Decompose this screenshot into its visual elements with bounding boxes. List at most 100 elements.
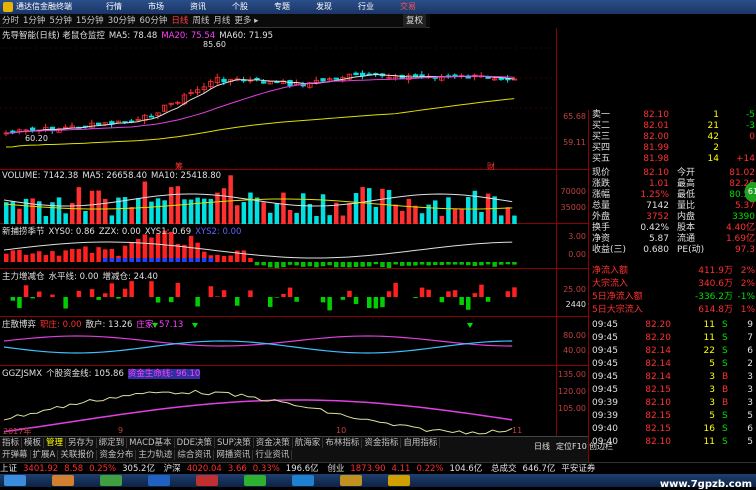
function-tab[interactable]: 扩展A xyxy=(30,450,59,460)
quote-cell: 82.20 xyxy=(645,333,671,343)
video-icon[interactable] xyxy=(196,475,218,486)
quote-cell: 6 xyxy=(747,424,753,434)
menu-market[interactable]: 市场 xyxy=(148,2,164,11)
period-monthly[interactable]: 月线 xyxy=(213,16,230,26)
start-icon[interactable] xyxy=(4,475,26,486)
xp-panel[interactable]: 新捕捞季节 XYS0: 0.86 ZZX: 0.00 XYS1: 0.69 XYS2: … xyxy=(0,224,588,269)
bid-row: 买五 81.98 14 +14 xyxy=(589,154,756,165)
indicator-tab[interactable]: 自用指标 xyxy=(401,438,441,448)
volume-bar xyxy=(360,187,365,224)
gz-panel[interactable]: GGZJSMX 个股资金线: 105.86 资金生命线: 96.10 2017年 9… xyxy=(0,366,588,436)
right-bottom-tab[interactable]: 定位F10 xyxy=(556,441,587,452)
xp-bar-blue xyxy=(136,258,141,262)
period-daily[interactable]: 日线 xyxy=(171,16,188,26)
indicator-tab[interactable]: 航海家 xyxy=(292,438,324,448)
zl-bar xyxy=(122,288,128,297)
zl-bar xyxy=(208,286,214,297)
menu-news[interactable]: 资讯 xyxy=(190,2,206,11)
kline-panel[interactable]: 先导智能(日线) 老鼠仓监控 MA5: 78.48 MA20: 75.54 MA60:… xyxy=(0,28,588,171)
menu-hq[interactable]: 行情 xyxy=(106,2,122,11)
volume-panel[interactable]: VOLUME: 7142.38 MA5: 26658.40 MA10: 25418.… xyxy=(0,170,588,224)
menu-discover[interactable]: 发现 xyxy=(316,2,332,11)
app-icon[interactable] xyxy=(340,475,362,486)
indicator-tab[interactable]: SUP决策 xyxy=(215,438,254,448)
volume-bar xyxy=(301,193,306,224)
xp-bar xyxy=(466,262,471,266)
browser-icon[interactable] xyxy=(292,475,314,486)
quote-cell: PE(动) xyxy=(677,245,705,255)
indicator-tabs: 指标 模板 管理 另存为 绑定到 MACD基本 DDE决策 SUP决策 资金决策 航海家 布林指标资… xyxy=(0,436,588,449)
function-tab[interactable]: 开弹幕 xyxy=(0,450,31,460)
volume-bar xyxy=(433,200,438,224)
function-tab[interactable]: 综合资讯 xyxy=(175,450,215,460)
quote-cell: S xyxy=(722,333,728,343)
folder-icon[interactable] xyxy=(52,475,74,486)
volume-bar xyxy=(505,207,511,224)
menu-trade[interactable]: 交易 xyxy=(400,2,416,11)
hs-name[interactable]: 沪深 xyxy=(164,464,181,474)
right-bottom-tab[interactable]: 创边栏 xyxy=(589,441,613,452)
quote-cell: 82.00 xyxy=(643,132,669,142)
indicator-tab[interactable]: 资金决策 xyxy=(253,438,293,448)
fuquan-button[interactable]: 复权 xyxy=(402,14,426,28)
xp-title: 新捕捞季节 XYS0: 0.86 ZZX: 0.00 XYS1: 0.69 XYS2: … xyxy=(2,225,245,237)
menu-stock[interactable]: 个股 xyxy=(232,2,248,11)
xp-bar xyxy=(459,262,464,265)
period-more[interactable]: 更多 ▸ xyxy=(234,16,258,26)
sh-name[interactable]: 上证 xyxy=(0,464,17,474)
period-60min[interactable]: 60分钟 xyxy=(140,16,168,26)
zl-bar xyxy=(479,284,484,297)
wechat-icon[interactable] xyxy=(244,475,266,486)
indicator-tab[interactable]: 绑定到 xyxy=(96,438,128,448)
broker-name[interactable]: 平安证券 xyxy=(561,464,595,474)
xp-bar-blue xyxy=(109,258,115,262)
function-tab[interactable]: 主力轨迹 xyxy=(136,450,176,460)
quote-cell: 81.98 xyxy=(643,154,669,164)
quote-cell: 82.14 xyxy=(645,359,671,369)
zz-title: 庄散博弈 职庄: 0.00 散户: 13.26 庄家: 57.13 xyxy=(2,318,187,330)
zl-bar xyxy=(294,297,299,302)
function-tab[interactable]: 行业资讯 xyxy=(253,450,293,460)
indicator-tab[interactable]: DDE决策 xyxy=(174,438,216,448)
axis-tick: 0.00 xyxy=(568,250,586,259)
tdx-icon[interactable] xyxy=(388,475,410,486)
indicator-tab[interactable]: 资金指标 xyxy=(362,438,402,448)
indicator-tab[interactable]: 指标 xyxy=(0,438,23,448)
k-app-icon[interactable] xyxy=(148,475,170,486)
indicator-tab[interactable]: 管理 xyxy=(44,438,67,448)
function-tab[interactable]: 资金分布 xyxy=(97,450,137,460)
period-5min[interactable]: 5分钟 xyxy=(49,16,71,26)
period-weekly[interactable]: 周线 xyxy=(192,16,209,26)
period-fenshi[interactable]: 分时 xyxy=(2,16,19,26)
indicator-tab[interactable]: 布林指标 xyxy=(323,438,363,448)
xp-bar xyxy=(400,262,405,266)
quote-cell: 09:45 xyxy=(592,359,618,369)
menu-topic[interactable]: 专题 xyxy=(274,2,290,11)
percent-badge[interactable]: 61 xyxy=(745,182,756,202)
zl-panel[interactable]: 主力增减仓 水平线: 0.00 增减仓: 24.40 25.00 2440 xyxy=(0,269,588,317)
function-tab[interactable]: 网播资讯 xyxy=(214,450,254,460)
period-1min[interactable]: 1分钟 xyxy=(23,16,45,26)
period-30min[interactable]: 30分钟 xyxy=(108,16,136,26)
xp-bar xyxy=(37,251,42,262)
xp-bar-blue xyxy=(162,258,167,262)
quote-cell: 16 xyxy=(703,424,715,434)
menu-industry[interactable]: 行业 xyxy=(358,2,374,11)
zl-axis: 25.00 2440 xyxy=(556,269,588,316)
zl-bar xyxy=(512,287,517,297)
indicator-tab[interactable]: 另存为 xyxy=(66,438,97,448)
axis-tick: 135.00 xyxy=(558,370,586,379)
flow-row: 5日净流入额 -336.2万 -1% xyxy=(589,292,756,303)
right-bottom-tab[interactable]: 日线 xyxy=(534,441,550,452)
volume-bar xyxy=(235,205,240,224)
period-15min[interactable]: 15分钟 xyxy=(76,16,104,26)
cy-name[interactable]: 创业 xyxy=(327,464,344,474)
xp-bar xyxy=(10,250,16,262)
media-icon[interactable] xyxy=(100,475,122,486)
function-tab[interactable]: 关联报价 xyxy=(58,450,98,460)
indicator-tab[interactable]: 模板 xyxy=(22,438,45,448)
indicator-tab[interactable]: MACD基本 xyxy=(127,438,175,448)
trade-row: 09:45 82.20 11 S 9 xyxy=(589,320,756,331)
zz-panel[interactable]: 庄散博弈 职庄: 0.00 散户: 13.26 庄家: 57.13 80.00 40.0… xyxy=(0,317,588,366)
volume-bar xyxy=(17,208,22,224)
